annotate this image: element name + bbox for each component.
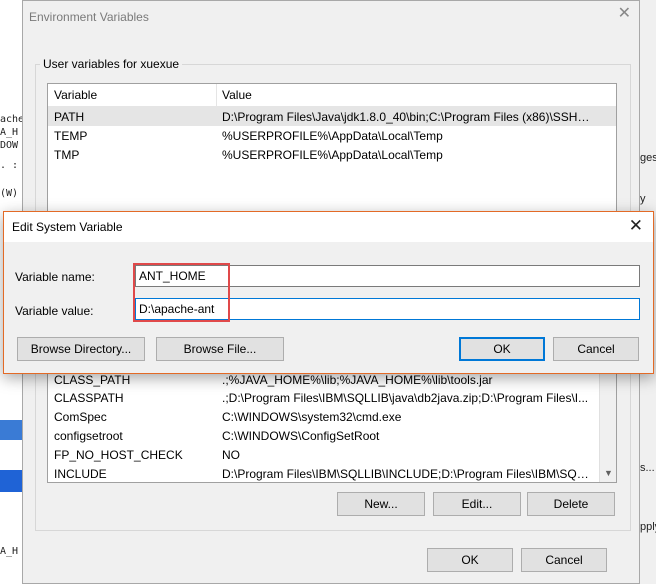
variable-value: NO: [222, 448, 240, 462]
variable-value: %USERPROFILE%\AppData\Local\Temp: [222, 129, 443, 143]
background-text: s...: [640, 462, 655, 474]
background-text: ges.: [640, 152, 656, 164]
background-text: DOW: [0, 140, 19, 151]
variable-name: TMP: [54, 148, 80, 162]
variable-name: TEMP: [54, 129, 88, 143]
new-button[interactable]: New...: [337, 492, 425, 516]
background-blue-bar: [0, 420, 22, 440]
close-icon[interactable]: ✕: [629, 217, 643, 234]
variable-name: CLASS_PATH: [54, 373, 131, 387]
variable-value: .;D:\Program Files\IBM\SQLLIB\java\db2ja…: [222, 391, 589, 405]
table-row[interactable]: FP_NO_HOST_CHECK NO: [48, 445, 616, 464]
column-separator[interactable]: [216, 84, 217, 106]
background-text: . : ;: [0, 160, 22, 171]
table-row[interactable]: TEMP %USERPROFILE%\AppData\Local\Temp: [48, 126, 616, 145]
variable-value: C:\WINDOWS\system32\cmd.exe: [222, 410, 402, 424]
background-text: y: [640, 193, 646, 205]
variable-name: CLASSPATH: [54, 391, 124, 405]
variable-name: FP_NO_HOST_CHECK: [54, 448, 183, 462]
table-row[interactable]: INCLUDE D:\Program Files\IBM\SQLLIB\INCL…: [48, 464, 616, 482]
edit-system-variable-dialog: Edit System Variable ✕ Variable name: AN…: [3, 211, 654, 374]
list-header: Variable Value: [48, 84, 616, 107]
close-icon[interactable]: ✕: [618, 6, 631, 22]
background-text: ache: [0, 114, 23, 125]
background-text: (W): [0, 188, 19, 199]
delete-button[interactable]: Delete: [527, 492, 615, 516]
ok-button[interactable]: OK: [427, 548, 513, 572]
dialog-titlebar: Edit System Variable ✕: [4, 212, 653, 242]
edit-button[interactable]: Edit...: [433, 492, 521, 516]
variable-name: configsetroot: [54, 429, 123, 443]
cancel-button[interactable]: Cancel: [521, 548, 607, 572]
background-blue-bar: [0, 470, 22, 492]
system-variables-list[interactable]: CLASS_PATH .;%JAVA_HOME%\lib;%JAVA_HOME%…: [47, 369, 617, 483]
table-row[interactable]: TMP %USERPROFILE%\AppData\Local\Temp: [48, 145, 616, 164]
variable-value: %USERPROFILE%\AppData\Local\Temp: [222, 148, 443, 162]
background-text: pply: [640, 521, 656, 533]
variable-name: ComSpec: [54, 410, 107, 424]
variable-value: D:\Program Files\IBM\SQLLIB\INCLUDE;D:\P…: [222, 467, 592, 481]
browse-directory-button[interactable]: Browse Directory...: [17, 337, 145, 361]
user-variables-label: User variables for xuexue: [40, 57, 183, 71]
column-header-value[interactable]: Value: [222, 88, 252, 102]
window-title: Environment Variables: [29, 10, 149, 24]
browse-file-button[interactable]: Browse File...: [156, 337, 284, 361]
ok-button[interactable]: OK: [459, 337, 545, 361]
dialog-title: Edit System Variable: [12, 220, 123, 234]
cancel-button[interactable]: Cancel: [553, 337, 639, 361]
table-row[interactable]: PATH D:\Program Files\Java\jdk1.8.0_40\b…: [48, 107, 616, 126]
variable-name: PATH: [54, 110, 85, 124]
variable-value: .;%JAVA_HOME%\lib;%JAVA_HOME%\lib\tools.…: [222, 373, 493, 387]
variable-name-label: Variable name:: [15, 270, 95, 284]
scroll-down-icon[interactable]: ▼: [604, 468, 613, 478]
user-variables-list[interactable]: Variable Value PATH D:\Program Files\Jav…: [47, 83, 617, 213]
background-text: A_H: [0, 127, 19, 138]
annotation-highlight-box: [133, 263, 230, 322]
variable-value: D:\Program Files\Java\jdk1.8.0_40\bin;C:…: [222, 110, 592, 124]
background-text: A_H: [0, 546, 19, 557]
variable-value: C:\WINDOWS\ConfigSetRoot: [222, 429, 380, 443]
vertical-scrollbar[interactable]: ▼: [599, 370, 616, 482]
column-header-variable[interactable]: Variable: [54, 88, 97, 102]
table-row[interactable]: CLASSPATH .;D:\Program Files\IBM\SQLLIB\…: [48, 388, 616, 407]
variable-value-label: Variable value:: [15, 304, 94, 318]
table-row[interactable]: configsetroot C:\WINDOWS\ConfigSetRoot: [48, 426, 616, 445]
table-row[interactable]: ComSpec C:\WINDOWS\system32\cmd.exe: [48, 407, 616, 426]
variable-name: INCLUDE: [54, 467, 107, 481]
